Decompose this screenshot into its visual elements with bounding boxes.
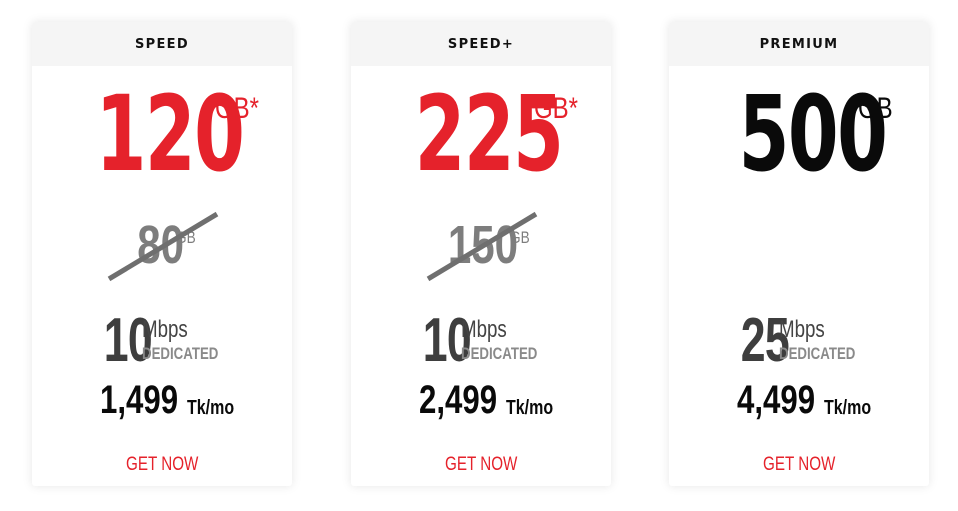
plan-name: SPEED+ <box>351 22 611 66</box>
price-amount: 4,499 <box>737 378 816 422</box>
get-now-button[interactable]: GET NOW <box>445 454 517 476</box>
price-amount: 1,499 <box>100 378 179 422</box>
plan-volume: 120 GB* <box>32 82 292 186</box>
plan-name: PREMIUM <box>669 22 929 66</box>
plan-speed: 25 Mbps DEDICATED <box>669 310 929 372</box>
speed-unit: Mbps <box>778 316 825 343</box>
plan-card-speed-plus: SPEED+ 225 GB* 150 GB 10 Mbps DEDICATED … <box>351 22 611 486</box>
plan-volume: 500 GB <box>669 82 929 186</box>
speed-type: DEDICATED <box>460 344 537 363</box>
get-now-button-wrap: GET NOW <box>351 454 611 476</box>
plan-price: 2,499 Tk/mo <box>351 378 611 422</box>
old-volume-unit: GB <box>509 228 530 247</box>
plan-speed: 10 Mbps DEDICATED <box>32 310 292 372</box>
plan-price: 4,499 Tk/mo <box>669 378 929 422</box>
speed-unit: Mbps <box>460 316 507 343</box>
speed-unit: Mbps <box>141 316 188 343</box>
plan-name: SPEED <box>32 22 292 66</box>
get-now-button-wrap: GET NOW <box>32 454 292 476</box>
price-amount: 2,499 <box>419 378 498 422</box>
speed-type: DEDICATED <box>141 344 218 363</box>
plan-card-speed: SPEED 120 GB* 80 GB 10 Mbps DEDICATED 1,… <box>32 22 292 486</box>
volume-unit: GB* <box>215 92 260 125</box>
plan-price: 1,499 Tk/mo <box>32 378 292 422</box>
price-unit: Tk/mo <box>505 397 553 419</box>
get-now-button[interactable]: GET NOW <box>126 454 198 476</box>
speed-type: DEDICATED <box>778 344 855 363</box>
get-now-button[interactable]: GET NOW <box>763 454 835 476</box>
price-unit: Tk/mo <box>186 397 234 419</box>
plan-volume: 225 GB* <box>351 82 611 186</box>
plan-speed: 10 Mbps DEDICATED <box>351 310 611 372</box>
get-now-button-wrap: GET NOW <box>669 454 929 476</box>
price-unit: Tk/mo <box>823 397 871 419</box>
plan-card-premium: PREMIUM 500 GB 25 Mbps DEDICATED 4,499 T… <box>669 22 929 486</box>
volume-unit: GB <box>857 92 893 125</box>
volume-unit: GB* <box>534 92 579 125</box>
